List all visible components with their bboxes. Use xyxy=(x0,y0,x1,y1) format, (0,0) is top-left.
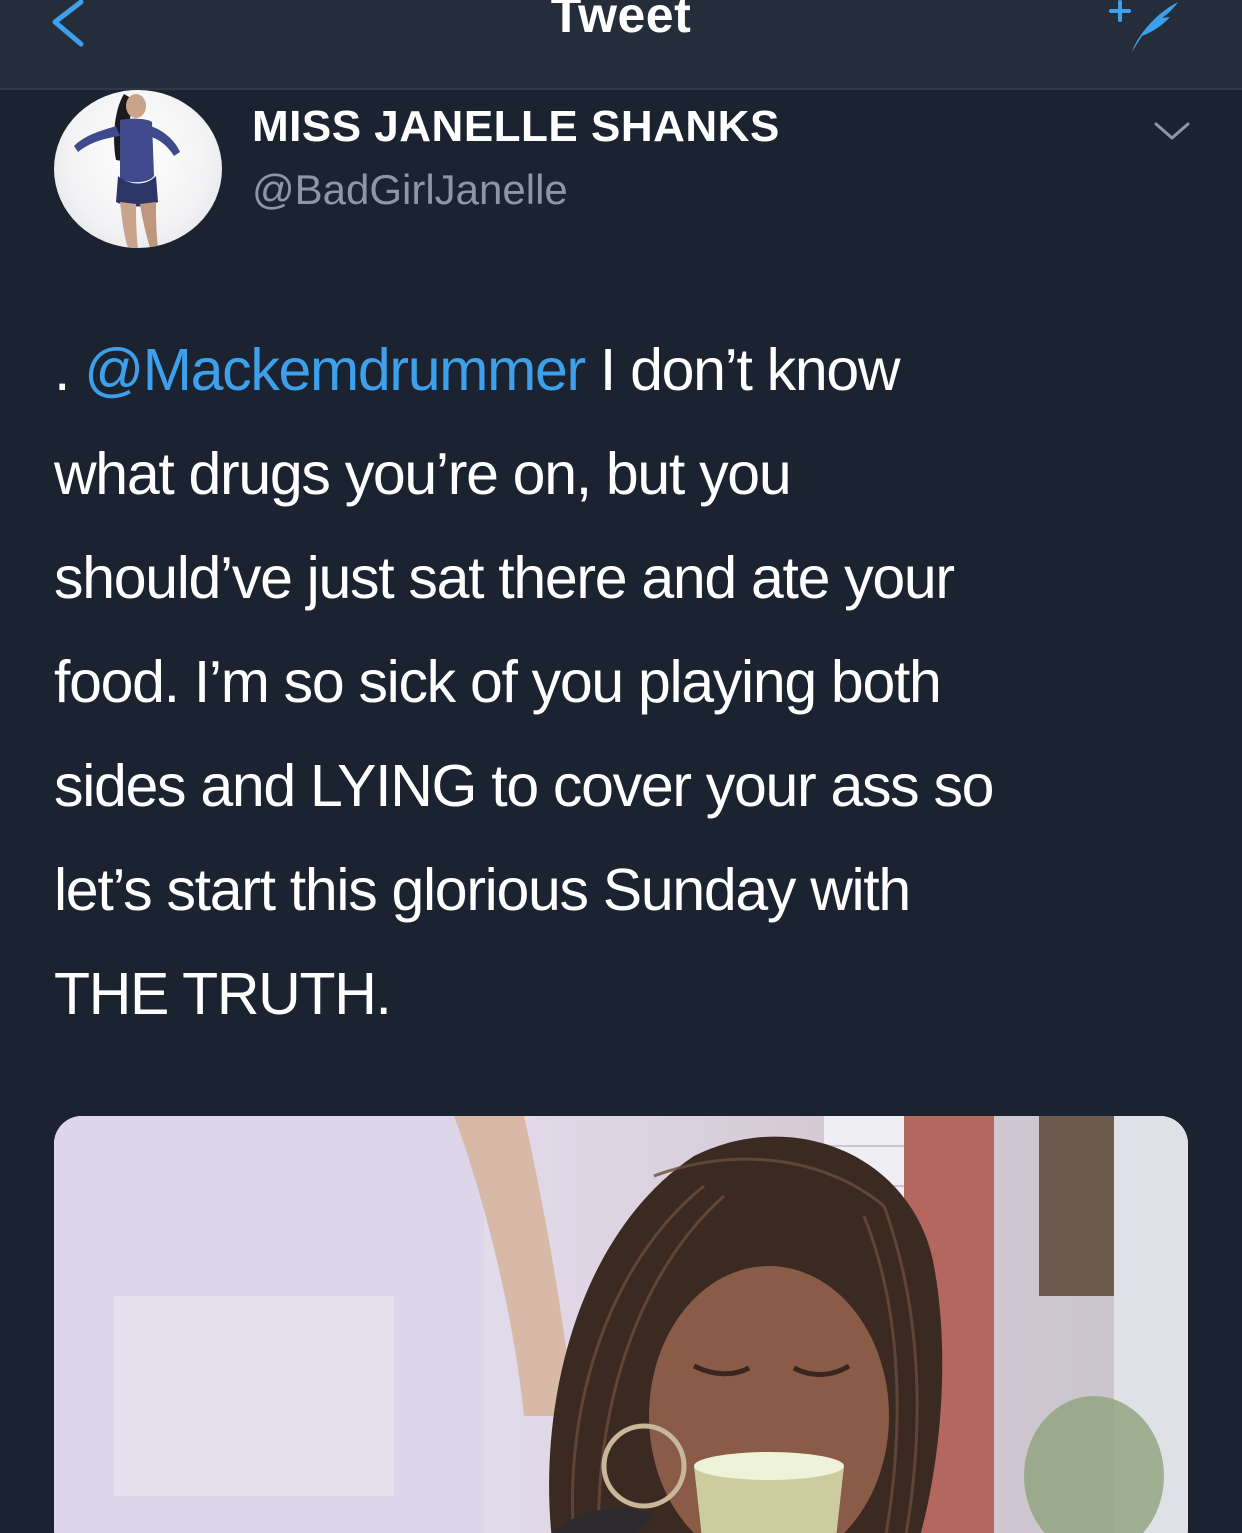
mention-link[interactable]: @Mackemdrummer xyxy=(84,337,586,403)
chevron-down-icon xyxy=(1154,122,1190,140)
tweet-line: food. I’m so sick of you playing both xyxy=(54,649,942,715)
avatar[interactable] xyxy=(54,90,222,248)
page-title: Tweet xyxy=(550,0,692,43)
tweet-line: should’ve just sat there and ate your xyxy=(54,545,955,611)
tweet-text: . @Mackemdrummer I don’t know what drugs… xyxy=(54,318,1184,1046)
tweet-media[interactable] xyxy=(54,1116,1188,1533)
tweet-line: sides and LYING to cover your ass so xyxy=(54,753,994,819)
tweet-options-button[interactable] xyxy=(1142,112,1202,152)
display-name[interactable]: MISS JANELLE SHANKS xyxy=(252,102,780,152)
avatar-image xyxy=(74,94,180,248)
tweet-detail-screen: Tweet MISS JANELLE SHANKS @BadGirlJanell… xyxy=(0,0,1242,1533)
tweet-line-text: I don’t know xyxy=(584,337,901,403)
media-image xyxy=(54,1116,1188,1533)
tweet-line: let’s start this glorious Sunday with xyxy=(54,857,911,923)
tweet-line: . @Mackemdrummer I don’t know xyxy=(54,318,1184,422)
compose-tweet-icon xyxy=(1109,0,1178,52)
compose-tweet-button[interactable] xyxy=(1102,0,1192,60)
navigation-bar: Tweet xyxy=(0,0,1242,90)
leading-period: . xyxy=(54,337,70,403)
user-handle[interactable]: @BadGirlJanelle xyxy=(252,166,568,214)
tweet-line: what drugs you’re on, but you xyxy=(54,441,792,507)
tweet-line: THE TRUTH. xyxy=(54,961,392,1027)
